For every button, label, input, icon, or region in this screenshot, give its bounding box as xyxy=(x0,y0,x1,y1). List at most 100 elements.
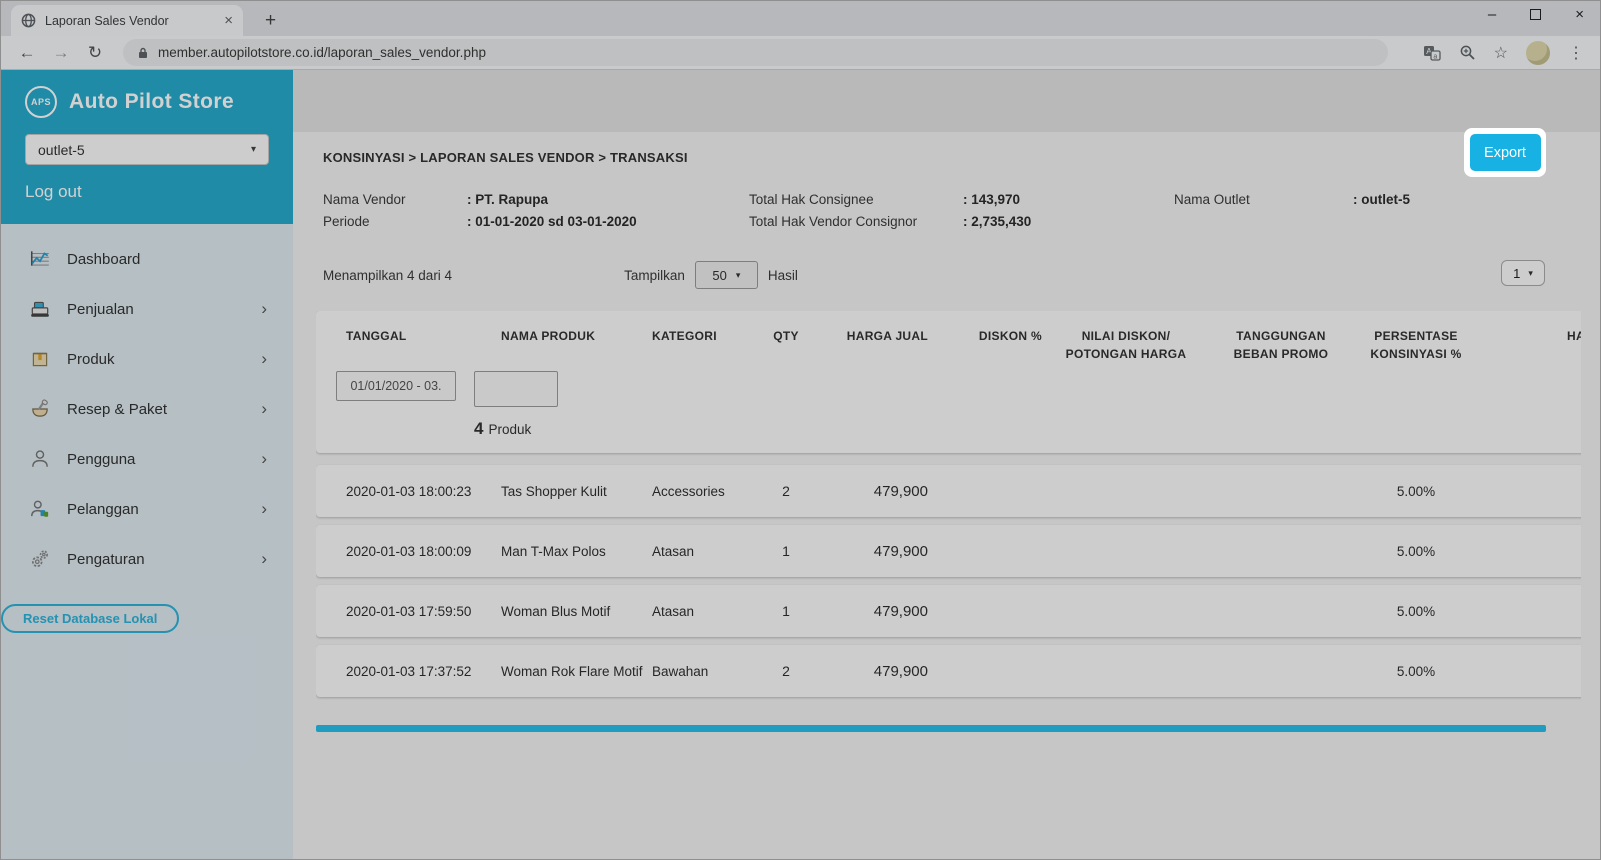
logout-link[interactable]: Log out xyxy=(25,182,269,202)
cell-harga-jual: 479,900 xyxy=(873,542,928,560)
browser-toolbar: ← → ↻ member.autopilotstore.co.id/lapora… xyxy=(1,36,1600,70)
forward-icon[interactable]: → xyxy=(47,43,75,63)
sidebar-item-pengguna[interactable]: Pengguna › xyxy=(1,434,293,484)
list-controls: Menampilkan 4 dari 4 Tampilkan 50 ▾ Hasi… xyxy=(323,261,1600,289)
reset-database-button[interactable]: Reset Database Lokal xyxy=(1,604,180,633)
lock-icon xyxy=(139,47,147,58)
cell-persentase: 5.00% xyxy=(1396,603,1436,619)
chevron-down-icon: ▾ xyxy=(735,269,741,280)
chevron-right-icon: › xyxy=(261,349,267,368)
col-header-tanggal: TANGGAL xyxy=(346,329,407,343)
periode-label: Periode xyxy=(323,214,370,229)
sidebar-item-pelanggan[interactable]: Pelanggan › xyxy=(1,484,293,534)
cell-nama-produk: Woman Blus Motif xyxy=(501,603,611,619)
address-bar[interactable]: member.autopilotstore.co.id/laporan_sale… xyxy=(123,39,1388,66)
cell-tanggal: 2020-01-03 17:59:50 xyxy=(346,603,472,619)
url-text: member.autopilotstore.co.id/laporan_sale… xyxy=(158,45,486,60)
cell-kategori: Bawahan xyxy=(652,663,709,679)
col-header-nilai-diskon: NILAI DISKON/ POTONGAN HARGA xyxy=(1065,329,1187,361)
maximize-icon[interactable] xyxy=(1530,9,1542,20)
sidebar-item-penjualan[interactable]: Penjualan › xyxy=(1,284,293,334)
col-header-clipped: HA xyxy=(1567,329,1581,343)
col-header-kategori: KATEGORI xyxy=(652,329,717,343)
export-button[interactable]: Export xyxy=(1469,134,1541,171)
sales-icon xyxy=(29,298,51,320)
cell-nama-produk: Man T-Max Polos xyxy=(501,543,606,559)
customers-icon xyxy=(29,498,51,520)
dashboard-icon xyxy=(29,248,51,270)
minimize-icon[interactable]: – xyxy=(1488,7,1496,22)
chevron-right-icon: › xyxy=(261,549,267,568)
table-row: 2020-01-03 17:59:50 Woman Blus Motif Ata… xyxy=(316,585,1581,637)
results-label: Hasil xyxy=(767,267,798,283)
cell-persentase: 5.00% xyxy=(1396,543,1436,559)
tab-title: Laporan Sales Vendor xyxy=(45,13,169,28)
cell-kategori: Accessories xyxy=(652,483,725,499)
aps-logo: APS xyxy=(25,86,57,118)
browser-window: Laporan Sales Vendor × + – × ← → ↻ membe… xyxy=(0,0,1601,860)
show-label: Tampilkan xyxy=(624,267,685,283)
vendor-label: Nama Vendor xyxy=(323,192,406,207)
breadcrumb: KONSINYASI > LAPORAN SALES VENDOR > TRAN… xyxy=(323,150,688,165)
reload-icon[interactable]: ↻ xyxy=(81,43,109,63)
product-filter-input[interactable] xyxy=(474,371,558,407)
col-header-diskon: DISKON % xyxy=(978,329,1042,343)
chevron-right-icon: › xyxy=(261,399,267,418)
avatar[interactable] xyxy=(1526,40,1550,65)
sidebar-item-resep-paket[interactable]: Resep & Paket › xyxy=(1,384,293,434)
periode-value: : 01-01-2020 sd 03-01-2020 xyxy=(467,214,637,229)
consignee-value: : 143,970 xyxy=(963,192,1021,207)
browser-tab[interactable]: Laporan Sales Vendor × xyxy=(11,5,243,36)
cell-tanggal: 2020-01-03 18:00:23 xyxy=(346,483,472,499)
table-row: 2020-01-03 17:37:52 Woman Rok Flare Moti… xyxy=(316,645,1581,697)
sidebar-item-label: Pengguna xyxy=(67,450,136,468)
tab-close-icon[interactable]: × xyxy=(224,12,233,29)
back-icon[interactable]: ← xyxy=(13,43,41,63)
sidebar-item-dashboard[interactable]: Dashboard xyxy=(1,234,293,284)
chevron-right-icon: › xyxy=(261,299,267,318)
table-hscrollbar-thumb[interactable] xyxy=(316,725,1546,732)
chevron-right-icon: › xyxy=(261,449,267,468)
chevron-down-icon: ▾ xyxy=(250,144,256,155)
sidebar-item-produk[interactable]: Produk › xyxy=(1,334,293,384)
page-size-select[interactable]: 50 ▾ xyxy=(694,261,758,289)
toolbar-right: A a ☆ ⋮ xyxy=(1423,40,1588,65)
sidebar-header: APS Auto Pilot Store outlet-5 ▾ Log out xyxy=(1,70,293,224)
sidebar-item-label: Pelanggan xyxy=(67,500,139,518)
date-filter-input[interactable] xyxy=(336,371,456,401)
chevron-down-icon: ▾ xyxy=(1528,267,1533,278)
recipe-icon xyxy=(29,398,51,420)
col-header-nama-produk: NAMA PRODUK xyxy=(501,329,596,343)
cell-kategori: Atasan xyxy=(652,603,695,619)
sidebar-item-label: Pengaturan xyxy=(67,550,145,568)
users-icon xyxy=(29,448,51,470)
outlet-select[interactable]: outlet-5 ▾ xyxy=(25,134,269,165)
cell-qty: 2 xyxy=(782,483,790,499)
sidebar-item-label: Dashboard xyxy=(67,250,141,268)
star-icon[interactable]: ☆ xyxy=(1494,43,1508,63)
consignor-label: Total Hak Vendor Consignor xyxy=(749,214,918,229)
main-content: KONSINYASI > LAPORAN SALES VENDOR > TRAN… xyxy=(293,70,1600,859)
sidebar-item-pengaturan[interactable]: Pengaturan › xyxy=(1,534,293,584)
translate-icon[interactable]: A a xyxy=(1423,45,1441,61)
table-hscrollbar-track xyxy=(316,725,1546,732)
cell-qty: 1 xyxy=(782,603,790,619)
settings-icon xyxy=(29,548,51,570)
zoom-icon[interactable] xyxy=(1459,44,1476,61)
outlet-value: : outlet-5 xyxy=(1353,192,1410,207)
table-row: 2020-01-03 18:00:23 Tas Shopper Kulit Ac… xyxy=(316,465,1581,517)
sidebar-item-label: Resep & Paket xyxy=(67,400,168,418)
close-icon[interactable]: × xyxy=(1575,7,1584,22)
brand-name: Auto Pilot Store xyxy=(69,90,235,113)
vendor-value: : PT. Rapupa xyxy=(467,192,549,207)
menu-dots-icon[interactable]: ⋮ xyxy=(1568,43,1584,63)
favicon-globe-icon xyxy=(21,13,36,28)
cell-tanggal: 2020-01-03 18:00:09 xyxy=(346,543,472,559)
cell-harga-jual: 479,900 xyxy=(873,482,928,500)
col-header-qty: QTY xyxy=(773,329,799,343)
cell-tanggal: 2020-01-03 17:37:52 xyxy=(346,663,472,679)
page-number-select[interactable]: 1 ▾ xyxy=(1501,260,1545,286)
col-header-tanggungan: TANGGUNGAN BEBAN PROMO xyxy=(1233,329,1329,361)
new-tab-button[interactable]: + xyxy=(257,10,284,36)
product-count: 4 Produk xyxy=(474,419,532,438)
